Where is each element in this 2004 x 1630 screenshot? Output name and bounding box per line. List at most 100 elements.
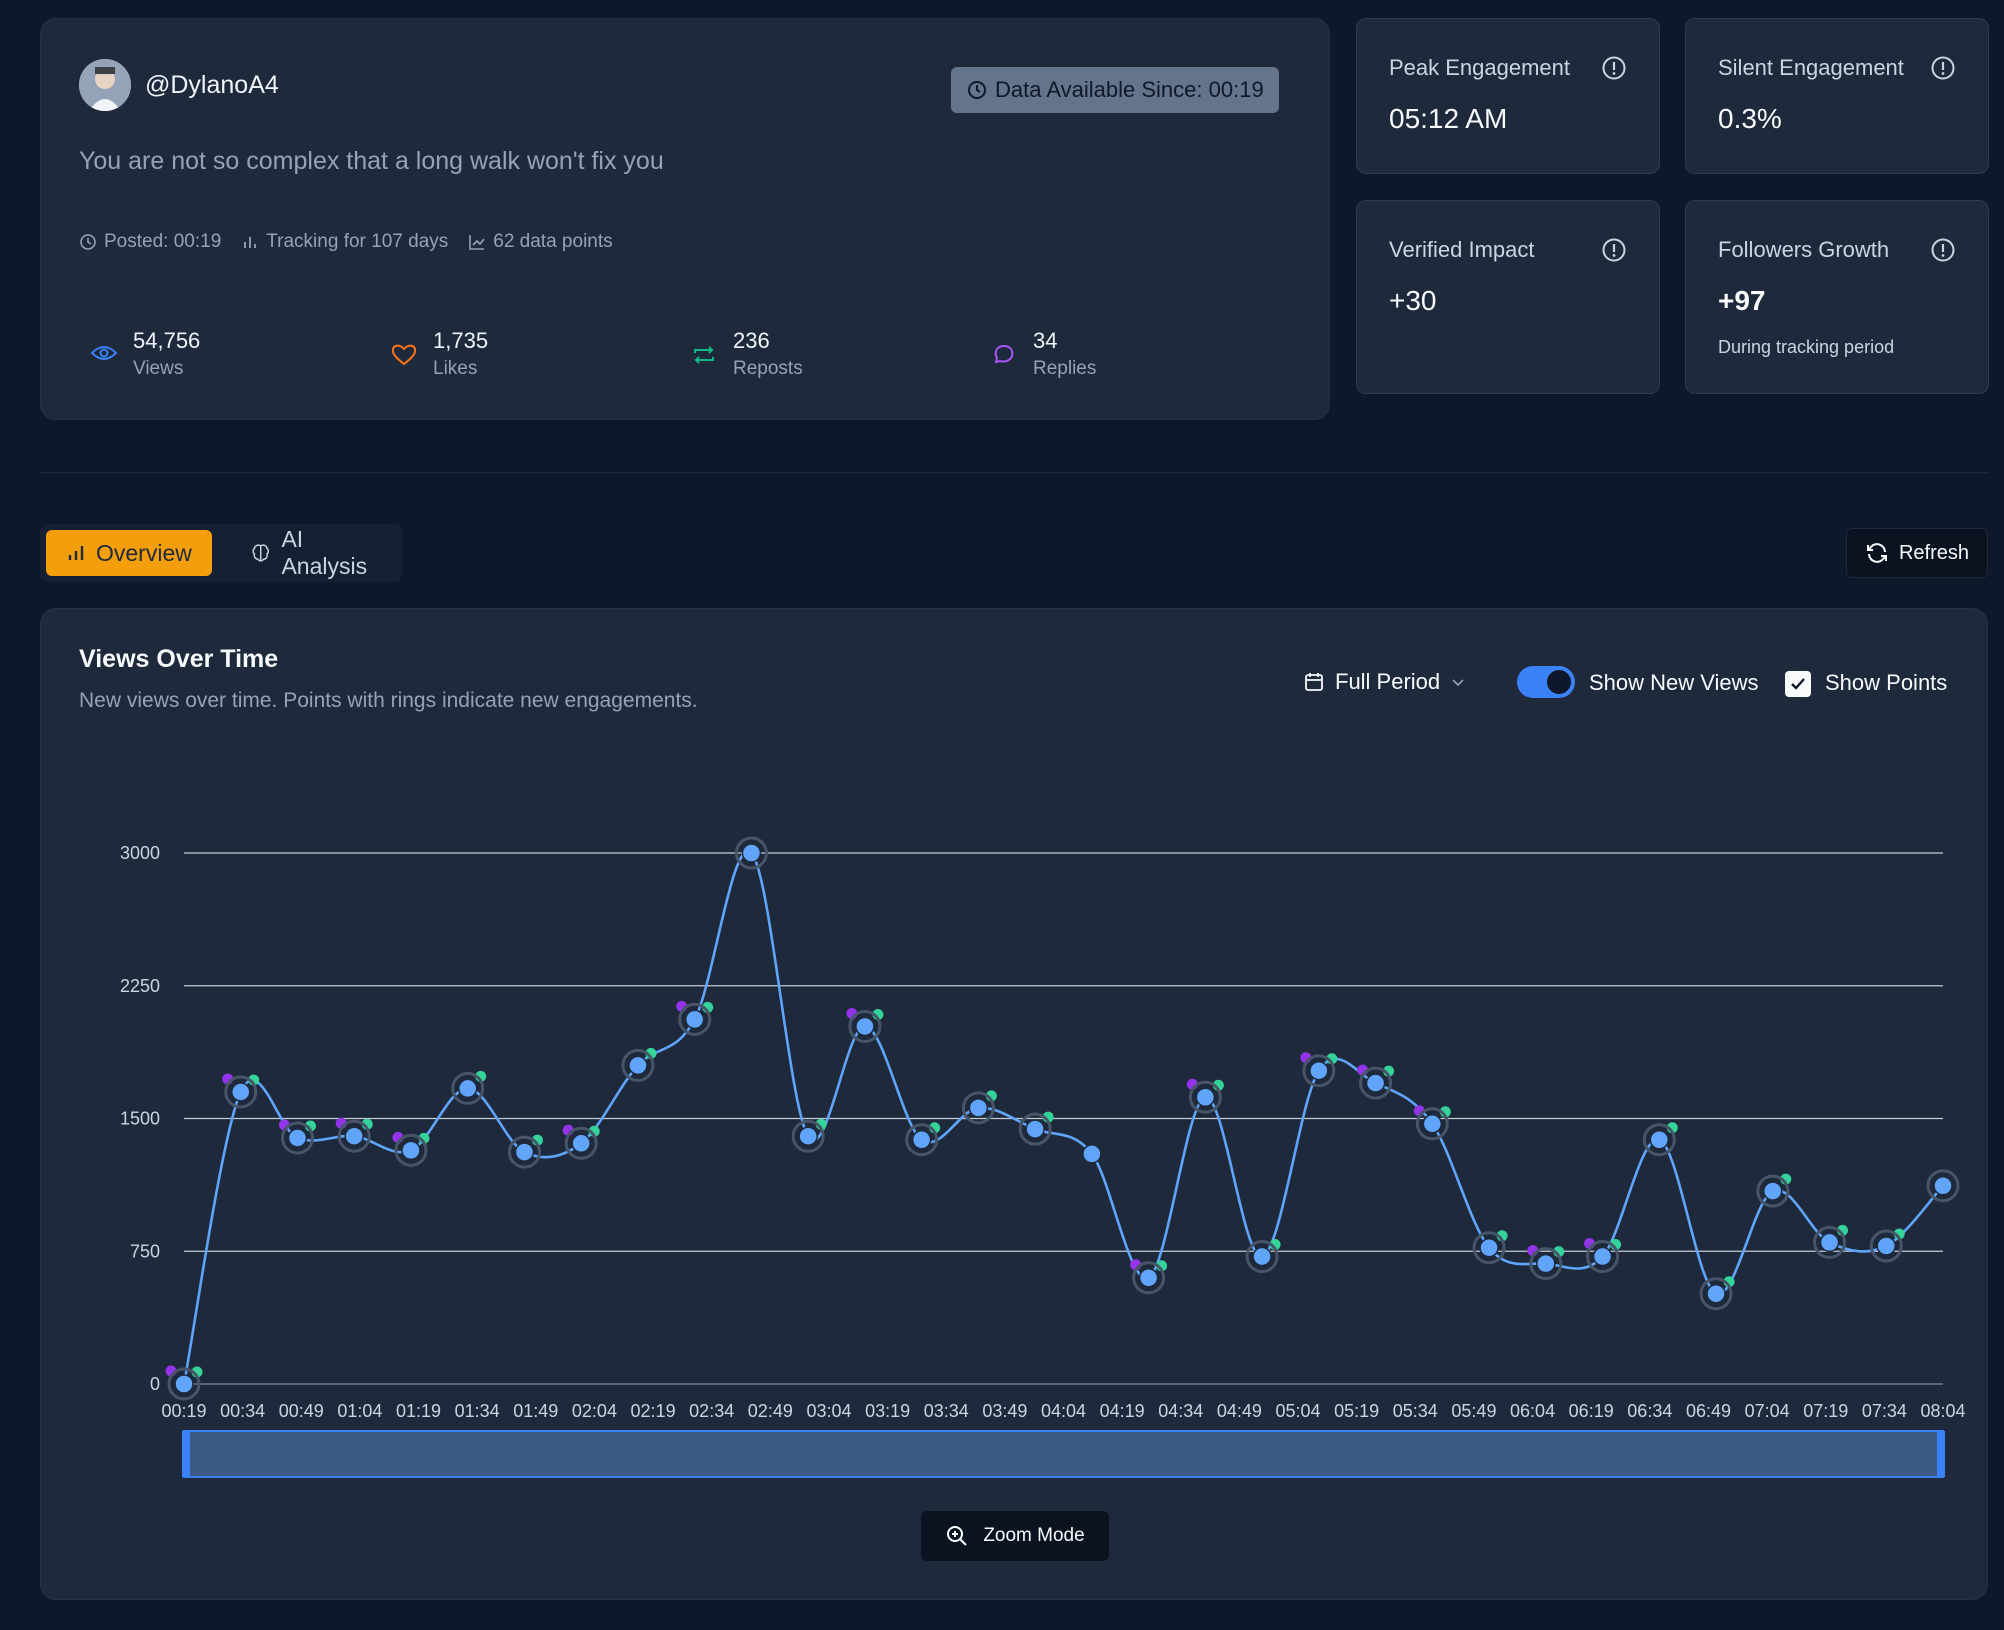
repost-icon — [694, 346, 714, 364]
likes-value: 1,735 — [433, 328, 489, 353]
refresh-icon — [1866, 543, 1887, 563]
data-point — [571, 1133, 591, 1154]
tab-ai-analysis[interactable]: AI Analysis — [230, 526, 402, 579]
x-tick-label: 05:19 — [1334, 1401, 1379, 1421]
tracking-text: Tracking for 107 days — [266, 231, 449, 252]
stat-views: 54,756 Views — [91, 327, 391, 383]
heart-icon — [391, 344, 417, 366]
x-tick-label: 07:19 — [1803, 1401, 1848, 1421]
peak-value: 05:12 AM — [1389, 103, 1508, 134]
data-point — [1819, 1232, 1840, 1253]
x-tick-label: 02:04 — [572, 1401, 617, 1421]
x-tick-label: 05:04 — [1276, 1401, 1321, 1421]
y-tick-label: 750 — [130, 1241, 160, 1261]
data-point — [1706, 1283, 1726, 1304]
x-tick-label: 02:49 — [748, 1401, 793, 1421]
avatar[interactable] — [79, 59, 131, 111]
data-point — [1422, 1114, 1443, 1134]
data-point — [401, 1140, 421, 1161]
x-tick-label: 03:04 — [806, 1401, 851, 1421]
verified-label: Verified Impact — [1389, 237, 1535, 262]
tab-ai-label: AI Analysis — [281, 526, 368, 579]
metric-silent-engagement: Silent Engagement 0.3% — [1685, 18, 1989, 174]
verified-value: +30 — [1389, 285, 1437, 316]
peak-label: Peak Engagement — [1389, 55, 1571, 80]
stat-reposts: 236 Reposts — [691, 327, 991, 383]
refresh-button[interactable]: Refresh — [1846, 528, 1988, 578]
stat-replies: 34 Replies — [991, 327, 1291, 383]
x-tick-label: 06:34 — [1627, 1401, 1672, 1421]
data-point — [287, 1128, 308, 1148]
metric-followers-growth: Followers Growth +97 During tracking per… — [1685, 200, 1989, 394]
post-meta: Posted: 00:19 Tracking for 107 days 62 d… — [79, 231, 613, 253]
datapoints-text: 62 data points — [493, 231, 613, 252]
likes-label: Likes — [433, 358, 478, 379]
data-point — [1252, 1246, 1272, 1267]
data-since-text: Data Available Since: 00:19 — [995, 77, 1264, 102]
followers-label: Followers Growth — [1718, 237, 1890, 262]
tab-overview[interactable]: Overview — [46, 530, 212, 576]
zoom-in-icon — [947, 1526, 968, 1546]
brain-icon — [252, 544, 270, 562]
data-point — [1082, 1144, 1102, 1164]
x-tick-label: 07:34 — [1862, 1401, 1907, 1421]
refresh-label: Refresh — [1898, 541, 1970, 564]
silent-label: Silent Engagement — [1718, 55, 1904, 80]
info-icon[interactable] — [1930, 55, 1956, 81]
info-icon[interactable] — [1601, 237, 1627, 263]
x-tick-label: 00:34 — [220, 1401, 265, 1421]
data-point — [1195, 1087, 1216, 1108]
data-point — [174, 1374, 194, 1394]
followers-sub: During tracking period — [1718, 337, 1895, 357]
data-point — [1138, 1268, 1159, 1288]
x-tick-label: 07:04 — [1745, 1401, 1790, 1421]
x-tick-label: 04:49 — [1217, 1401, 1262, 1421]
views-value: 54,756 — [133, 328, 201, 353]
data-point — [684, 1009, 705, 1030]
data-point — [1592, 1246, 1613, 1267]
data-point — [855, 1016, 875, 1037]
stat-likes: 1,735 Likes — [391, 327, 691, 383]
posted-meta: Posted: 00:19 — [79, 231, 221, 253]
views-chart[interactable]: 0 750 1500 2250 3000 00:19 00:34 00:49 01:04 01:1… — [41, 609, 1989, 1509]
brush-handle-left — [182, 1431, 190, 1477]
x-tick-label: 01:19 — [396, 1401, 441, 1421]
zoom-label: Zoom Mode — [983, 1525, 1085, 1546]
data-point — [230, 1082, 251, 1102]
data-point — [1876, 1236, 1897, 1256]
data-point — [628, 1055, 648, 1076]
views-line — [182, 849, 1944, 1385]
range-brush — [183, 1430, 1944, 1478]
x-tick-label: 02:19 — [631, 1401, 676, 1421]
data-point — [798, 1126, 818, 1146]
x-tick-label: 06:04 — [1510, 1401, 1555, 1421]
reposts-value: 236 — [733, 328, 770, 353]
x-tick-label: 08:04 — [1920, 1401, 1965, 1421]
y-tick-label: 0 — [150, 1374, 160, 1394]
y-tick-label: 1500 — [120, 1109, 160, 1129]
silent-value: 0.3% — [1718, 103, 1782, 134]
data-point — [1365, 1073, 1386, 1093]
data-point — [968, 1098, 989, 1118]
reply-icon — [994, 344, 1014, 364]
y-tick-label: 3000 — [120, 843, 160, 863]
zoom-mode-button[interactable]: Zoom Mode — [921, 1511, 1109, 1561]
clock-icon — [968, 81, 986, 99]
tab-overview-label: Overview — [96, 539, 192, 566]
x-tick-label: 03:34 — [924, 1401, 969, 1421]
x-tick-label: 06:49 — [1686, 1401, 1731, 1421]
followers-value: +97 — [1718, 285, 1766, 316]
post-text: You are not so complex that a long walk … — [79, 147, 664, 175]
info-icon[interactable] — [1930, 237, 1956, 263]
data-since-badge: Data Available Since: 00:19 — [951, 67, 1279, 113]
data-point — [457, 1078, 478, 1099]
info-icon[interactable] — [1601, 55, 1627, 81]
datapoints-meta: 62 data points — [468, 231, 613, 253]
x-tick-label: 01:04 — [337, 1401, 382, 1421]
x-tick-label: 04:19 — [1100, 1401, 1145, 1421]
user-handle[interactable]: @DylanoA4 — [145, 71, 279, 100]
x-tick-label: 00:49 — [279, 1401, 324, 1421]
x-tick-label: 04:04 — [1041, 1401, 1086, 1421]
post-card: @DylanoA4 Data Available Since: 00:19 Yo… — [40, 18, 1330, 420]
x-tick-label: 06:19 — [1569, 1401, 1614, 1421]
